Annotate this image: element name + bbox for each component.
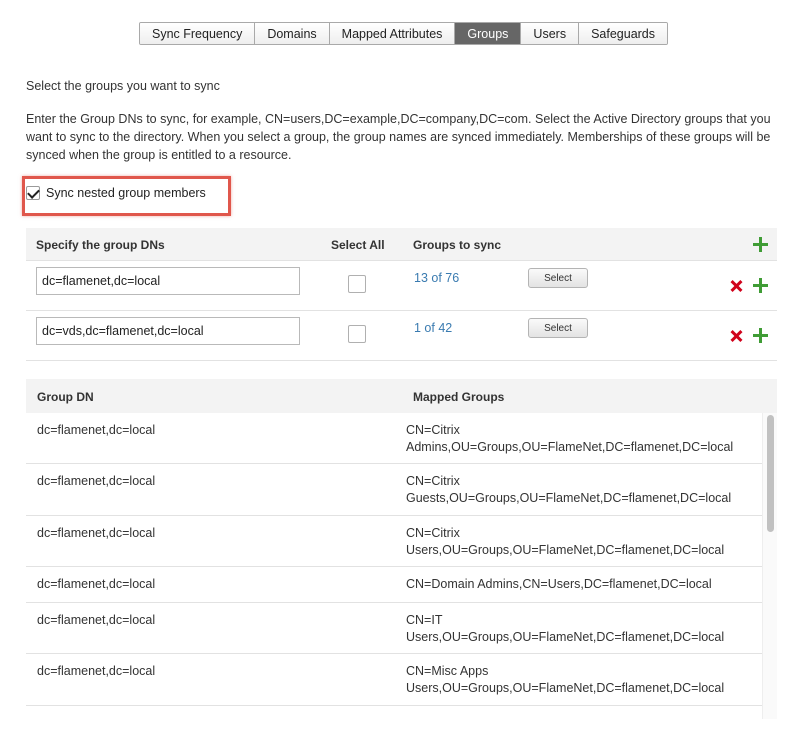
mapped-group-line: CN=Citrix (406, 526, 460, 540)
mapped-group-cell: CN=IT Users,OU=Groups,OU=FlameNet,DC=fla… (406, 612, 756, 646)
add-dn-icon[interactable] (753, 328, 768, 343)
mapped-group-cell: CN=Domain Admins,CN=Users,DC=flamenet,DC… (406, 576, 756, 593)
mapped-group-line: Admins,OU=Groups,OU=FlameNet,DC=flamenet… (406, 440, 734, 454)
select-groups-button[interactable]: Select (528, 268, 588, 288)
table-row: dc=flamenet,dc=local CN=IT Users,OU=Grou… (26, 603, 762, 654)
group-dn-cell: dc=flamenet,dc=local (37, 577, 156, 591)
header-groups-to-sync: Groups to sync (413, 238, 502, 252)
add-dn-icon[interactable] (753, 237, 768, 252)
mapped-group-line: Users,OU=Groups,OU=FlameNet,DC=flamenet,… (406, 681, 725, 695)
mapped-table-header: Group DN Mapped Groups (26, 379, 777, 413)
group-dn-cell: dc=flamenet,dc=local (37, 526, 156, 540)
description-text: Enter the Group DNs to sync, for example… (26, 112, 771, 162)
group-dn-cell: dc=flamenet,dc=local (37, 613, 156, 627)
vertical-scrollbar[interactable] (762, 413, 777, 719)
table-row: dc=flamenet,dc=local CN=Citrix Users,OU=… (26, 516, 762, 567)
table-row: dc=flamenet,dc=local CN=Citrix Admins,OU… (26, 413, 762, 464)
mapped-group-cell: CN=Citrix Admins,OU=Groups,OU=FlameNet,D… (406, 422, 756, 456)
mapped-group-line: CN=Domain Admins,CN=Users,DC=flamenet,DC… (406, 577, 712, 591)
dn-table-header: Specify the group DNs Select All Groups … (26, 228, 777, 261)
dn-row: 1 of 42 Select (26, 311, 777, 361)
mapped-group-line: Guests,OU=Groups,OU=FlameNet,DC=flamenet… (406, 491, 732, 505)
header-mapped-groups: Mapped Groups (413, 390, 505, 404)
intro-text: Select the groups you want to sync (26, 79, 220, 93)
group-dn-cell: dc=flamenet,dc=local (37, 423, 156, 437)
remove-dn-icon[interactable] (730, 280, 742, 292)
select-groups-button[interactable]: Select (528, 318, 588, 338)
group-dn-cell: dc=flamenet,dc=local (37, 474, 156, 488)
mapped-table-body[interactable]: dc=flamenet,dc=local CN=Citrix Admins,OU… (26, 413, 777, 719)
tab-sync-frequency[interactable]: Sync Frequency (140, 23, 256, 44)
select-all-checkbox[interactable] (348, 325, 366, 343)
tab-users[interactable]: Users (521, 23, 580, 44)
groups-count-link[interactable]: 1 of 42 (414, 321, 452, 335)
group-dn-input[interactable] (36, 317, 300, 345)
tab-bar: Sync Frequency Domains Mapped Attributes… (139, 22, 669, 45)
mapped-group-line: Users,OU=Groups,OU=FlameNet,DC=flamenet,… (406, 543, 725, 557)
table-row: dc=flamenet,dc=local CN=Domain Admins,CN… (26, 567, 762, 603)
group-dn-cell: dc=flamenet,dc=local (37, 664, 156, 678)
mapped-group-line: CN=Misc Apps (406, 664, 489, 678)
tab-safeguards[interactable]: Safeguards (579, 23, 668, 44)
tab-groups[interactable]: Groups (455, 23, 522, 44)
add-dn-icon[interactable] (753, 278, 768, 293)
sync-nested-label: Sync nested group members (46, 186, 206, 200)
group-dn-input[interactable] (36, 267, 300, 295)
header-select-all: Select All (331, 238, 385, 252)
sync-nested-checkbox[interactable] (26, 186, 40, 200)
sync-nested-row[interactable]: Sync nested group members (26, 186, 206, 200)
select-all-checkbox[interactable] (348, 275, 366, 293)
header-group-dn: Group DN (37, 390, 94, 404)
mapped-group-cell: CN=Citrix Guests,OU=Groups,OU=FlameNet,D… (406, 473, 756, 507)
mapped-group-line: Users,OU=Groups,OU=FlameNet,DC=flamenet,… (406, 630, 725, 644)
table-row: dc=flamenet,dc=local CN=Misc Apps Users,… (26, 654, 762, 706)
scrollbar-thumb[interactable] (767, 415, 774, 532)
mapped-group-line: CN=Citrix (406, 474, 460, 488)
mapped-group-line: CN=IT (406, 613, 443, 627)
dn-row: 13 of 76 Select (26, 261, 777, 311)
tab-domains[interactable]: Domains (255, 23, 330, 44)
mapped-group-cell: CN=Misc Apps Users,OU=Groups,OU=FlameNet… (406, 663, 756, 697)
header-group-dns: Specify the group DNs (36, 238, 165, 252)
mapped-group-cell: CN=Citrix Users,OU=Groups,OU=FlameNet,DC… (406, 525, 756, 559)
groups-count-link[interactable]: 13 of 76 (414, 271, 459, 285)
table-row: dc=flamenet,dc=local CN=Citrix Guests,OU… (26, 464, 762, 516)
mapped-group-line: CN=Citrix (406, 423, 460, 437)
tab-mapped-attributes[interactable]: Mapped Attributes (329, 23, 456, 44)
remove-dn-icon[interactable] (730, 330, 742, 342)
